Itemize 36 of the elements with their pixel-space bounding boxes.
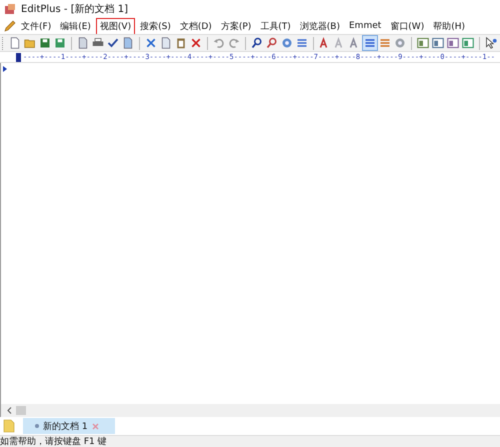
new-file-icon[interactable] xyxy=(8,36,22,50)
check-icon[interactable] xyxy=(106,36,120,50)
save-icon[interactable] xyxy=(38,36,52,50)
column-marker-icon xyxy=(16,52,21,62)
menu-item[interactable]: 窗口(W) xyxy=(386,18,428,34)
window-icon[interactable] xyxy=(461,36,475,50)
horizontal-scrollbar[interactable] xyxy=(0,404,500,417)
status-text: 如需帮助，请按键盘 F1 键 xyxy=(0,436,107,447)
menu-item[interactable]: Emmet xyxy=(345,19,386,33)
pencil-icon xyxy=(4,20,16,32)
window-icon[interactable] xyxy=(416,36,430,50)
menu-item[interactable]: 工具(T) xyxy=(256,18,295,34)
menu-item[interactable]: 帮助(H) xyxy=(429,18,470,34)
window-title: EditPlus - [新的文档 1] xyxy=(21,2,128,16)
search-icon[interactable] xyxy=(250,36,264,50)
dot-icon xyxy=(35,424,39,428)
menu-item[interactable]: 浏览器(B) xyxy=(296,18,344,34)
save-all-icon[interactable] xyxy=(53,36,67,50)
menu-item[interactable]: 文档(D) xyxy=(176,18,216,34)
list-icon[interactable] xyxy=(363,36,377,50)
menu-item[interactable]: 编辑(E) xyxy=(56,18,95,34)
app-icon xyxy=(4,3,16,15)
window-icon[interactable] xyxy=(431,36,445,50)
scroll-left-icon[interactable] xyxy=(7,407,12,414)
delete-icon[interactable] xyxy=(189,36,203,50)
window-icon[interactable] xyxy=(446,36,460,50)
menu-item[interactable]: 方案(P) xyxy=(216,18,256,34)
scrollbar-thumb[interactable] xyxy=(16,406,26,415)
help-cursor-icon[interactable] xyxy=(484,36,498,50)
line-marker-icon xyxy=(3,66,7,72)
menu-item[interactable]: 搜索(S) xyxy=(136,18,175,34)
document-tab[interactable]: 新的文档 1 xyxy=(23,418,115,434)
menu-item[interactable]: 文件(F) xyxy=(17,18,56,34)
document-icon[interactable] xyxy=(121,36,135,50)
undo-icon[interactable] xyxy=(212,36,226,50)
redo-icon[interactable] xyxy=(227,36,241,50)
